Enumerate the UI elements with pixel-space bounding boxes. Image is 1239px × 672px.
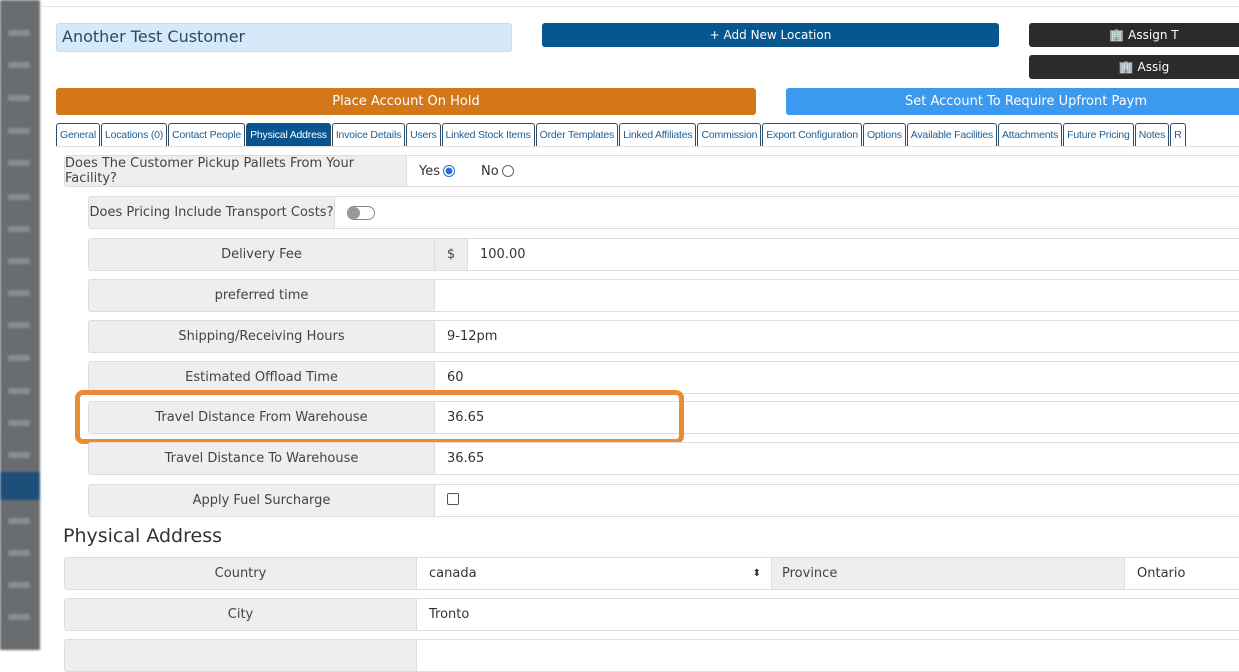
pickup-label: Does The Customer Pickup Pallets From Yo… bbox=[65, 156, 407, 186]
preferred-time-input[interactable] bbox=[435, 280, 1239, 311]
section-title: Physical Address bbox=[63, 525, 222, 547]
city-input[interactable]: Tronto bbox=[417, 599, 1239, 630]
tab-more[interactable]: R bbox=[1170, 123, 1186, 146]
tab-invoice-details[interactable]: Invoice Details bbox=[331, 123, 406, 146]
fuel-checkbox[interactable] bbox=[447, 492, 459, 505]
offload-label: Estimated Offload Time bbox=[89, 362, 435, 393]
sidebar bbox=[0, 0, 40, 650]
province-label: Province bbox=[771, 558, 1125, 589]
upfront-label: Set Account To Require Upfront Paym bbox=[904, 94, 1148, 109]
sidebar-active-item[interactable] bbox=[0, 472, 40, 500]
distance-to-input[interactable]: 36.65 bbox=[435, 443, 1239, 474]
city-label: City bbox=[65, 599, 417, 630]
tab-notes[interactable]: Notes bbox=[1134, 123, 1170, 146]
hours-row: Shipping/Receiving Hours 9-12pm bbox=[88, 320, 1239, 353]
tab-general[interactable]: General bbox=[56, 123, 100, 146]
tab-bar: General Locations (0) Contact People Phy… bbox=[56, 123, 1239, 147]
assign-button-1[interactable]: 🏢 Assign T bbox=[1029, 23, 1239, 47]
hours-input[interactable]: 9-12pm bbox=[435, 321, 1239, 352]
tab-linked-stock-items[interactable]: Linked Stock Items bbox=[441, 123, 535, 146]
tab-export-configuration[interactable]: Export Configuration bbox=[762, 123, 862, 146]
distance-to-row: Travel Distance To Warehouse 36.65 bbox=[88, 442, 1239, 475]
preferred-time-row: preferred time bbox=[88, 279, 1239, 312]
tab-linked-affiliates[interactable]: Linked Affiliates bbox=[619, 123, 697, 146]
tab-contact-people[interactable]: Contact People bbox=[168, 123, 246, 146]
assign-button-2[interactable]: 🏢 Assig bbox=[1029, 55, 1239, 79]
no-radio[interactable] bbox=[501, 165, 514, 177]
distance-to-label: Travel Distance To Warehouse bbox=[89, 443, 435, 474]
tab-options[interactable]: Options bbox=[862, 123, 906, 146]
country-value: canada bbox=[429, 566, 477, 581]
country-select[interactable]: canada ⬍ bbox=[417, 558, 771, 589]
transport-row: Does Pricing Include Transport Costs? bbox=[88, 196, 1239, 229]
preferred-time-label: preferred time bbox=[89, 280, 435, 311]
offload-input[interactable]: 60 bbox=[435, 362, 1239, 393]
tab-future-pricing[interactable]: Future Pricing bbox=[1063, 123, 1134, 146]
yes-radio[interactable] bbox=[443, 165, 455, 177]
address-label bbox=[65, 640, 417, 671]
tab-attachments[interactable]: Attachments bbox=[997, 123, 1063, 146]
city-row: City Tronto bbox=[64, 598, 1239, 631]
hours-label: Shipping/Receiving Hours bbox=[89, 321, 435, 352]
delivery-fee-input[interactable]: 100.00 bbox=[468, 239, 1239, 270]
tab-users[interactable]: Users bbox=[406, 123, 441, 146]
divider bbox=[40, 6, 1239, 7]
no-label: No bbox=[481, 163, 499, 179]
select-arrows-icon: ⬍ bbox=[752, 568, 761, 579]
customer-name-field[interactable]: Another Test Customer bbox=[56, 23, 512, 52]
transport-label: Does Pricing Include Transport Costs? bbox=[89, 197, 335, 228]
tab-physical-address[interactable]: Physical Address bbox=[246, 123, 331, 146]
delivery-fee-row: Delivery Fee $ 100.00 bbox=[88, 238, 1239, 271]
currency-addon: $ bbox=[435, 239, 468, 270]
yes-label: Yes bbox=[419, 163, 440, 179]
fuel-label: Apply Fuel Surcharge bbox=[89, 485, 435, 516]
country-row: Country canada ⬍ Province Ontario bbox=[64, 557, 1239, 590]
transport-toggle[interactable] bbox=[347, 205, 375, 220]
tab-locations[interactable]: Locations (0) bbox=[100, 123, 168, 146]
add-location-button[interactable]: + Add New Location bbox=[542, 23, 999, 47]
tab-commission[interactable]: Commission bbox=[697, 123, 762, 146]
place-on-hold-button[interactable]: Place Account On Hold bbox=[56, 88, 756, 115]
province-input[interactable]: Ontario bbox=[1125, 558, 1239, 589]
require-upfront-payment-button[interactable]: Set Account To Require Upfront Paym bbox=[786, 88, 1239, 115]
address-row bbox=[64, 639, 1239, 672]
tab-order-templates[interactable]: Order Templates bbox=[535, 123, 619, 146]
pickup-row: Does The Customer Pickup Pallets From Yo… bbox=[64, 155, 1239, 187]
delivery-fee-label: Delivery Fee bbox=[89, 239, 435, 270]
tab-available-facilities[interactable]: Available Facilities bbox=[906, 123, 997, 146]
address-input[interactable] bbox=[417, 640, 1239, 671]
fuel-row: Apply Fuel Surcharge bbox=[88, 484, 1239, 517]
highlight-annotation bbox=[75, 390, 684, 444]
country-label: Country bbox=[65, 558, 417, 589]
